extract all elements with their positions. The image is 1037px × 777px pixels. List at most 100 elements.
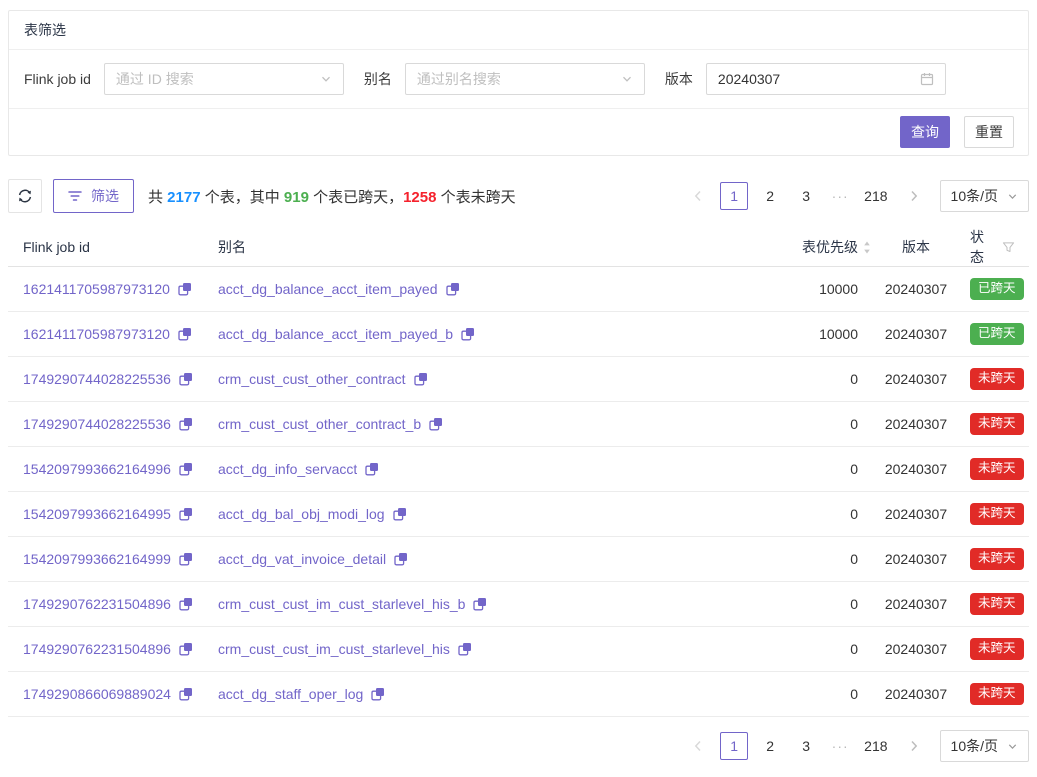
copy-icon[interactable]	[414, 372, 428, 386]
table-header: Flink job id 别名 表优先级 版本 状态	[8, 227, 1029, 267]
alias-link[interactable]: crm_cust_cust_other_contract_b	[218, 416, 421, 432]
filter-card-title: 表筛选	[9, 11, 1028, 50]
page-ellipsis[interactable]: ···	[828, 188, 852, 204]
copy-icon[interactable]	[461, 327, 475, 341]
prev-page-button[interactable]	[684, 732, 712, 760]
version-date-picker[interactable]: 20240307	[706, 63, 946, 95]
alias-link[interactable]: crm_cust_cust_other_contract	[218, 371, 406, 387]
page-button-2[interactable]: 2	[756, 732, 784, 760]
col-status[interactable]: 状态	[960, 227, 1015, 267]
summary-suffix: 个表未跨天	[436, 189, 515, 206]
page-button-3[interactable]: 3	[792, 182, 820, 210]
version-value: 20240307	[872, 641, 960, 657]
copy-icon[interactable]	[473, 597, 487, 611]
page-ellipsis[interactable]: ···	[828, 738, 852, 754]
page-button-3[interactable]: 3	[792, 732, 820, 760]
alias-link[interactable]: acct_dg_info_servacct	[218, 461, 357, 477]
copy-icon[interactable]	[393, 507, 407, 521]
copy-icon[interactable]	[179, 597, 193, 611]
copy-icon[interactable]	[429, 417, 443, 431]
copy-icon[interactable]	[365, 462, 379, 476]
version-value: 20240307	[872, 551, 960, 567]
refresh-button[interactable]	[8, 179, 42, 213]
page-button-1[interactable]: 1	[720, 182, 748, 210]
pagination-pages: 123 ··· 218	[684, 732, 927, 760]
chevron-down-icon	[1007, 191, 1018, 202]
alias-link[interactable]: crm_cust_cust_im_cust_starlevel_his_b	[218, 596, 465, 612]
copy-icon[interactable]	[179, 552, 193, 566]
alias-link[interactable]: acct_dg_balance_acct_item_payed	[218, 281, 438, 297]
next-page-button[interactable]	[900, 182, 928, 210]
filter-toggle-button[interactable]: 筛选	[53, 179, 134, 213]
status-badge: 已跨天	[970, 278, 1024, 300]
copy-icon[interactable]	[446, 282, 460, 296]
col-flink-job-id[interactable]: Flink job id	[23, 239, 218, 255]
page-size-select[interactable]: 10条/页	[940, 730, 1029, 762]
funnel-filter-icon[interactable]	[1002, 241, 1015, 254]
pagination-bottom: 123 ··· 218 10条/页	[684, 730, 1029, 762]
status-badge: 未跨天	[970, 548, 1024, 570]
filter-row: Flink job id 通过 ID 搜索 别名 通过别名搜索 版本 20240…	[9, 50, 1028, 109]
summary-text: 共 2177 个表，其中 919 个表已跨天，1258 个表未跨天	[148, 186, 516, 207]
next-page-button[interactable]	[900, 732, 928, 760]
summary-mid2: 个表已跨天，	[309, 189, 403, 206]
table-row: 1749290744028225536 crm_cust_cust_other_…	[8, 402, 1029, 447]
not-crossed-count: 1258	[403, 189, 436, 206]
chevron-down-icon	[320, 73, 332, 85]
copy-icon[interactable]	[179, 642, 193, 656]
version-value: 20240307	[872, 461, 960, 477]
page-button-218[interactable]: 218	[860, 732, 891, 760]
copy-icon[interactable]	[178, 282, 192, 296]
alias-link[interactable]: crm_cust_cust_im_cust_starlevel_his	[218, 641, 450, 657]
col-version[interactable]: 版本	[872, 237, 960, 257]
priority-value: 0	[707, 461, 872, 477]
copy-icon[interactable]	[179, 507, 193, 521]
job-id-link[interactable]: 1621411705987973120	[23, 326, 170, 342]
col-alias[interactable]: 别名	[218, 237, 707, 257]
reset-button[interactable]: 重置	[964, 116, 1014, 148]
copy-icon[interactable]	[458, 642, 472, 656]
copy-icon[interactable]	[179, 687, 193, 701]
job-id-link[interactable]: 1542097993662164995	[23, 506, 171, 522]
alias-link[interactable]: acct_dg_bal_obj_modi_log	[218, 506, 385, 522]
alias-link[interactable]: acct_dg_staff_oper_log	[218, 686, 363, 702]
table-row: 1542097993662164995 acct_dg_bal_obj_modi…	[8, 492, 1029, 537]
job-id-link[interactable]: 1749290866069889024	[23, 686, 171, 702]
job-id-link[interactable]: 1749290762231504896	[23, 641, 171, 657]
prev-page-button[interactable]	[684, 182, 712, 210]
job-id-link[interactable]: 1749290744028225536	[23, 416, 171, 432]
job-id-link[interactable]: 1621411705987973120	[23, 281, 170, 297]
page-button-218[interactable]: 218	[860, 182, 891, 210]
alias-link[interactable]: acct_dg_balance_acct_item_payed_b	[218, 326, 453, 342]
query-button[interactable]: 查询	[900, 116, 950, 148]
page-button-1[interactable]: 1	[720, 732, 748, 760]
page-size-select[interactable]: 10条/页	[940, 180, 1029, 212]
status-badge: 未跨天	[970, 683, 1024, 705]
alias-link[interactable]: acct_dg_vat_invoice_detail	[218, 551, 386, 567]
job-id-link[interactable]: 1749290762231504896	[23, 596, 171, 612]
version-value: 20240307	[872, 326, 960, 342]
sorter-icon[interactable]	[862, 240, 872, 255]
job-id-link[interactable]: 1542097993662164999	[23, 551, 171, 567]
status-badge: 未跨天	[970, 368, 1024, 390]
flink-job-id-select[interactable]: 通过 ID 搜索	[104, 63, 344, 95]
job-id-link[interactable]: 1749290744028225536	[23, 371, 171, 387]
job-id-link[interactable]: 1542097993662164996	[23, 461, 171, 477]
priority-value: 0	[707, 641, 872, 657]
copy-icon[interactable]	[179, 372, 193, 386]
copy-icon[interactable]	[394, 552, 408, 566]
priority-value: 0	[707, 596, 872, 612]
copy-icon[interactable]	[179, 462, 193, 476]
col-priority[interactable]: 表优先级	[707, 237, 872, 257]
copy-icon[interactable]	[371, 687, 385, 701]
copy-icon[interactable]	[178, 327, 192, 341]
copy-icon[interactable]	[179, 417, 193, 431]
tables-table: Flink job id 别名 表优先级 版本 状态 1621411705987…	[8, 227, 1029, 717]
alias-select[interactable]: 通过别名搜索	[405, 63, 645, 95]
page-button-2[interactable]: 2	[756, 182, 784, 210]
pagination-top: 123 ··· 218 10条/页	[684, 180, 1029, 212]
table-row: 1621411705987973120 acct_dg_balance_acct…	[8, 267, 1029, 312]
version-value: 20240307	[872, 686, 960, 702]
refresh-icon	[17, 188, 33, 204]
table-row: 1749290762231504896 crm_cust_cust_im_cus…	[8, 582, 1029, 627]
